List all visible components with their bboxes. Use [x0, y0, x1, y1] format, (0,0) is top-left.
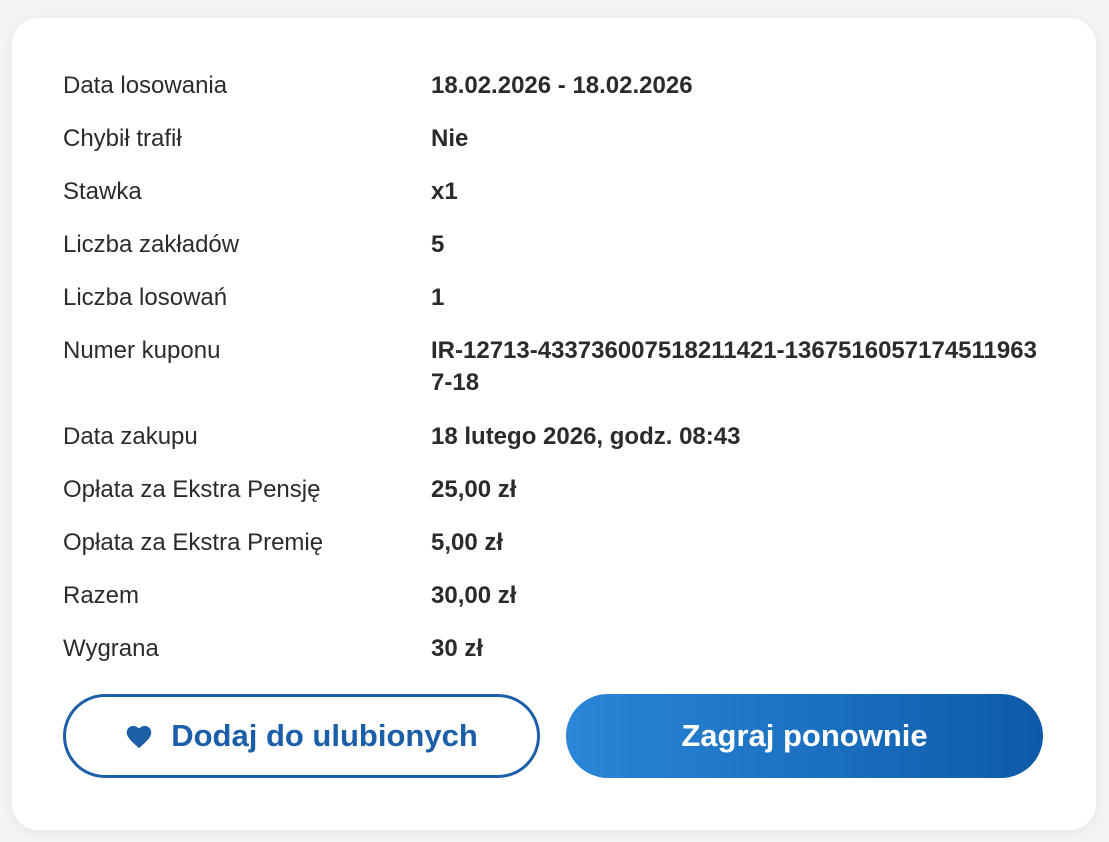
detail-value: 5,00 zł: [431, 529, 504, 556]
details-list: Data losowania 18.02.2026 - 18.02.2026 C…: [63, 70, 1053, 686]
play-again-button[interactable]: Zagraj ponownie: [566, 694, 1043, 778]
detail-row-coupon-number: Numer kuponu IR-12713-433736007518211421…: [63, 335, 1053, 421]
detail-row-stake: Stawka x1: [63, 176, 1053, 229]
detail-label: Liczba zakładów: [63, 231, 240, 258]
coupon-number: IR-12713-433736007518211421-136751605717…: [431, 337, 1037, 396]
detail-label: Stawka: [63, 178, 142, 205]
detail-label: Wygrana: [63, 635, 159, 662]
detail-row-extra-bonus-fee: Opłata za Ekstra Premię 5,00 zł: [63, 527, 1053, 580]
play-again-label: Zagraj ponownie: [681, 718, 928, 753]
detail-label: Chybił trafił: [63, 125, 182, 152]
add-to-favorites-button[interactable]: Dodaj do ulubionych: [63, 694, 540, 778]
detail-value: 5: [431, 231, 445, 258]
detail-label: Opłata za Ekstra Pensję: [63, 476, 321, 503]
add-to-favorites-label: Dodaj do ulubionych: [171, 718, 478, 753]
detail-row-winnings: Wygrana 30 zł: [63, 633, 1053, 686]
detail-value: 1: [431, 284, 445, 311]
detail-row-extra-pension-fee: Opłata za Ekstra Pensję 25,00 zł: [63, 474, 1053, 527]
detail-row-total: Razem 30,00 zł: [63, 580, 1053, 633]
detail-label: Data zakupu: [63, 423, 198, 450]
detail-value: x1: [431, 178, 458, 205]
coupon-details-card: Data losowania 18.02.2026 - 18.02.2026 C…: [12, 18, 1096, 830]
detail-value: Nie: [431, 125, 469, 152]
detail-value: 30 zł: [431, 635, 484, 662]
detail-row-draw-date: Data losowania 18.02.2026 - 18.02.2026: [63, 70, 1053, 123]
detail-row-quick-pick: Chybił trafił Nie: [63, 123, 1053, 176]
detail-value: 30,00 zł: [431, 582, 517, 609]
detail-value: 18.02.2026 - 18.02.2026: [431, 72, 693, 99]
detail-label: Opłata za Ekstra Premię: [63, 529, 324, 556]
detail-row-bets-count: Liczba zakładów 5: [63, 229, 1053, 282]
detail-label: Liczba losowań: [63, 284, 228, 311]
heart-icon: [125, 723, 153, 749]
detail-value: 18 lutego 2026, godz. 08:43: [431, 423, 741, 450]
detail-label: Data losowania: [63, 72, 228, 99]
detail-row-draws-count: Liczba losowań 1: [63, 282, 1053, 335]
detail-value: 25,00 zł: [431, 476, 517, 503]
detail-label: Razem: [63, 582, 140, 609]
detail-label: Numer kuponu: [63, 337, 221, 364]
detail-row-purchase-date: Data zakupu 18 lutego 2026, godz. 08:43: [63, 421, 1053, 474]
